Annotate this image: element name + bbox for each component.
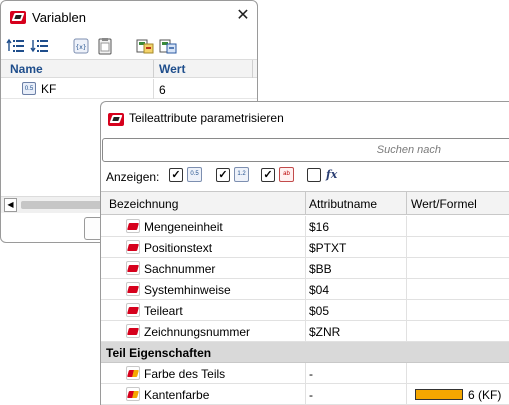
app-logo-icon <box>10 9 26 25</box>
column-separator <box>406 258 407 279</box>
toolbar: {x} <box>1 34 257 58</box>
table-row[interactable]: Kantenfarbe - 6 (KF) <box>101 384 509 405</box>
formula-icon: fx <box>326 168 338 181</box>
variable-icon[interactable]: {x} <box>71 37 91 55</box>
clipboard-icon[interactable] <box>95 37 115 55</box>
attribute-name: $ZNR <box>309 325 341 339</box>
attribute-label: Zeichnungsnummer <box>144 325 251 339</box>
text-attribute-checkbox[interactable]: ✓ <box>261 168 275 182</box>
attributes-grid-header: Bezeichnung Attributname Wert/Formel <box>101 191 509 215</box>
title-bar: Variablen ✕ <box>1 1 257 33</box>
filter-label: Anzeigen: <box>106 170 160 184</box>
color-attribute-icon <box>126 366 140 380</box>
text-attribute-icon <box>126 303 140 317</box>
column-separator <box>153 79 154 99</box>
close-button[interactable]: ✕ <box>234 6 252 26</box>
numeric-attribute-icon: 0.5 <box>187 167 202 182</box>
column-separator <box>406 321 407 342</box>
text-attribute-icon: ab <box>279 167 294 182</box>
column-separator <box>305 300 306 321</box>
attribute-label: Kantenfarbe <box>144 388 210 402</box>
attribute-name: $BB <box>309 262 332 276</box>
svg-text:{x}: {x} <box>75 44 86 51</box>
column-separator <box>406 279 407 300</box>
attribute-label: Positionstext <box>144 241 213 255</box>
numeric-attribute-checkbox[interactable]: ✓ <box>169 168 183 182</box>
table-row[interactable]: Positionstext $PTXT <box>101 237 509 258</box>
column-separator <box>406 216 407 237</box>
attribute-name: $04 <box>309 283 330 297</box>
column-separator <box>406 300 407 321</box>
attribute-name: - <box>309 388 313 402</box>
column-separator[interactable] <box>252 60 253 78</box>
column-header-wert[interactable]: Wert <box>159 62 185 76</box>
scrollbar-thumb[interactable] <box>21 201 103 209</box>
table-row[interactable]: KF 6 <box>1 79 257 99</box>
attribute-name: $PTXT <box>309 241 347 255</box>
column-separator <box>406 363 407 384</box>
table-row[interactable]: Zeichnungsnummer $ZNR <box>101 321 509 342</box>
attribute-label: Mengeneinheit <box>144 220 223 234</box>
column-separator[interactable] <box>305 192 306 214</box>
color-attribute-icon <box>126 387 140 401</box>
column-separator <box>406 384 407 405</box>
teileattribute-window: Teileattribute parametrisieren Anzeigen:… <box>100 101 509 405</box>
column-separator <box>406 237 407 258</box>
column-separator <box>305 216 306 237</box>
column-separator <box>305 258 306 279</box>
column-header-wert-formel[interactable]: Wert/Formel <box>411 197 477 211</box>
attributes-grid-body: Mengeneinheit $16 Positionstext $PTXT Sa… <box>101 216 509 405</box>
attribute-label: Teileart <box>144 304 183 318</box>
text-attribute-icon <box>126 324 140 338</box>
attribute-name: - <box>309 367 313 381</box>
text-attribute-icon <box>126 261 140 275</box>
table-row[interactable]: Systemhinweise $04 <box>101 279 509 300</box>
text-attribute-icon <box>126 219 140 233</box>
group-label: Teil Eigenschaften <box>106 346 212 360</box>
search-input[interactable] <box>103 139 509 161</box>
column-header-attributname[interactable]: Attributname <box>309 197 377 211</box>
column-separator[interactable] <box>406 192 407 214</box>
attribute-label: Systemhinweise <box>144 283 231 297</box>
sort-ascending-icon[interactable] <box>6 37 26 55</box>
table-row[interactable]: Mengeneinheit $16 <box>101 216 509 237</box>
attribute-label: Sachnummer <box>144 262 216 276</box>
sort-descending-icon[interactable] <box>30 37 50 55</box>
app-logo-icon <box>108 111 124 127</box>
variable-icon: 0.5 <box>22 82 36 95</box>
column-header-name[interactable]: Name <box>10 62 43 76</box>
column-separator <box>305 279 306 300</box>
text-attribute-icon <box>126 282 140 296</box>
integer-attribute-checkbox[interactable]: ✓ <box>216 168 230 182</box>
attribute-value[interactable]: 6 (KF) <box>468 388 501 402</box>
horizontal-scrollbar[interactable]: ◀ <box>1 196 103 213</box>
table-row[interactable]: Sachnummer $BB <box>101 258 509 279</box>
text-attribute-icon <box>126 240 140 254</box>
column-separator <box>305 321 306 342</box>
column-header-bezeichnung[interactable]: Bezeichnung <box>109 197 178 211</box>
formula-checkbox[interactable] <box>307 168 321 182</box>
attribute-name: $05 <box>309 304 330 318</box>
table-row[interactable]: Teileart $05 <box>101 300 509 321</box>
integer-attribute-icon: 1.2 <box>234 167 249 182</box>
column-separator[interactable] <box>153 60 154 78</box>
column-separator <box>305 384 306 405</box>
variables-grid-header: Name Wert <box>1 59 257 78</box>
variable-value[interactable]: 6 <box>159 83 166 97</box>
variable-name: KF <box>41 82 57 96</box>
table-row[interactable]: Farbe des Teils - <box>101 363 509 384</box>
color-swatch[interactable] <box>415 389 463 400</box>
attribute-name: $16 <box>309 220 330 234</box>
column-separator <box>305 237 306 258</box>
filter-bar: Anzeigen: ✓ 0.5 ✓ 1.2 ✓ ab fx <box>101 165 509 187</box>
search-field[interactable] <box>102 138 509 162</box>
window-title: Teileattribute parametrisieren <box>129 111 284 125</box>
import-variables-icon[interactable] <box>135 37 155 55</box>
window-title: Variablen <box>32 10 86 25</box>
column-separator <box>305 363 306 384</box>
scroll-left-icon[interactable]: ◀ <box>4 198 17 212</box>
group-header-row[interactable]: Teil Eigenschaften <box>101 342 509 363</box>
export-variables-icon[interactable] <box>158 37 178 55</box>
attribute-label: Farbe des Teils <box>144 367 226 381</box>
